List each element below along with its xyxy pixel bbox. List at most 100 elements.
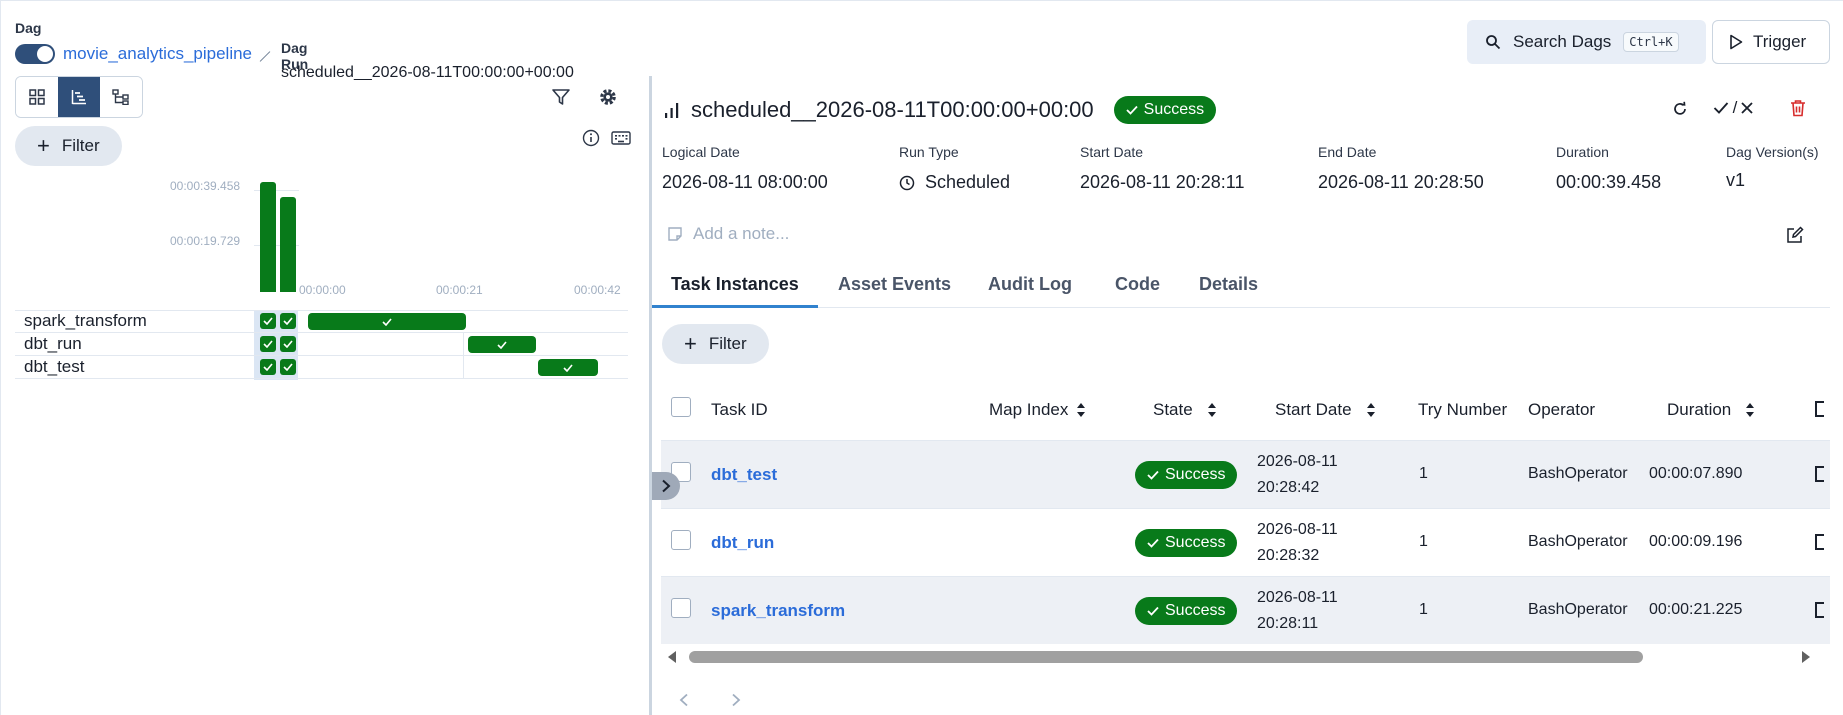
start-date-time: 20:28:42 <box>1257 479 1320 496</box>
bar-chart-icon <box>665 103 679 118</box>
gantt-task-bar[interactable] <box>308 313 466 330</box>
scroll-right-icon[interactable] <box>1801 650 1811 664</box>
grid-view-button[interactable] <box>16 77 58 117</box>
task-status-square[interactable] <box>280 336 296 352</box>
task-id-link[interactable]: spark_transform <box>711 601 845 621</box>
tab-audit-log[interactable]: Audit Log <box>988 274 1072 295</box>
check-icon <box>382 317 392 326</box>
meta-value-run-type: Scheduled <box>899 172 1010 193</box>
task-state-badge: Success <box>1135 461 1238 489</box>
run-title-text: scheduled__2026-08-11T00:00:00+00:00 <box>691 97 1094 122</box>
check-icon <box>263 340 273 348</box>
tab-asset-events[interactable]: Asset Events <box>838 274 951 295</box>
row-checkbox[interactable] <box>671 598 691 618</box>
run-duration-bar[interactable] <box>280 197 296 292</box>
gantt-task-bar[interactable] <box>538 359 598 376</box>
sort-icon <box>1746 403 1755 417</box>
info-button[interactable] <box>581 128 601 148</box>
chevron-right-icon <box>662 479 671 493</box>
previous-page-button[interactable] <box>674 690 694 710</box>
column-header-label: Task ID <box>711 400 768 419</box>
close-icon <box>1741 102 1753 114</box>
task-id-link[interactable]: dbt_run <box>711 533 774 553</box>
next-page-button[interactable] <box>726 690 746 710</box>
expand-panel-button[interactable] <box>652 472 680 500</box>
check-icon <box>263 317 273 325</box>
graph-view-button[interactable] <box>100 77 142 117</box>
meta-value-end-date: 2026-08-11 20:28:50 <box>1318 172 1484 192</box>
row-checkbox[interactable] <box>671 530 691 550</box>
filter-funnel-button[interactable] <box>550 86 572 108</box>
task-status-square[interactable] <box>260 336 276 352</box>
dag-pause-toggle[interactable] <box>15 44 55 64</box>
gear-icon <box>600 89 616 105</box>
horizontal-scrollbar[interactable] <box>665 648 1815 666</box>
task-id-link[interactable]: dbt_test <box>711 465 777 485</box>
task-status-square[interactable] <box>280 313 296 329</box>
gantt-view-button[interactable] <box>58 77 100 117</box>
mark-run-as-button[interactable]: / <box>1708 96 1758 120</box>
duration-cell: 00:00:09.196 <box>1649 533 1743 550</box>
meta-label-start-date: Start Date <box>1080 144 1144 160</box>
check-icon <box>283 340 293 348</box>
y-tick-label: 00:00:39.458 <box>170 179 241 193</box>
panel-resize-handle[interactable] <box>649 76 652 715</box>
tab-task-instances[interactable]: Task Instances <box>671 274 799 295</box>
dag-name-link[interactable]: movie_analytics_pipeline <box>63 44 252 64</box>
delete-run-button[interactable] <box>1786 96 1810 120</box>
refresh-icon <box>1674 101 1686 115</box>
edit-note-button[interactable] <box>1784 224 1806 246</box>
dag-filter-button[interactable]: + Filter <box>15 126 122 166</box>
task-status-square[interactable] <box>260 313 276 329</box>
scrollbar-thumb[interactable] <box>689 651 1643 663</box>
add-note-field[interactable]: Add a note... <box>667 224 789 244</box>
select-all-checkbox[interactable] <box>671 397 691 417</box>
edit-icon <box>1787 226 1804 243</box>
task-status-square[interactable] <box>260 359 276 375</box>
settings-button[interactable] <box>597 86 619 108</box>
task-state-text: Success <box>1165 466 1226 483</box>
keyboard-shortcuts-button[interactable] <box>610 128 632 148</box>
task-filter-button[interactable]: + Filter <box>662 324 769 364</box>
x-tick-label: 00:00:42 <box>574 283 621 297</box>
check-icon <box>1126 105 1138 115</box>
search-dags-button[interactable]: Search Dags Ctrl+K <box>1467 20 1706 64</box>
task-state-text: Success <box>1165 602 1226 619</box>
plus-icon: + <box>684 331 697 356</box>
check-icon <box>497 340 507 349</box>
column-header-map-index[interactable]: Map Index <box>989 400 1086 420</box>
column-header-start-date[interactable]: Start Date <box>1275 400 1376 420</box>
operator-cell: BashOperator <box>1528 601 1628 618</box>
play-marker-icon <box>284 292 290 300</box>
task-status-square[interactable] <box>280 359 296 375</box>
column-header-state[interactable]: State <box>1153 400 1217 420</box>
view-switcher <box>15 76 143 118</box>
sort-icon <box>1366 403 1375 417</box>
meta-label-dag-versions: Dag Version(s) <box>1726 144 1819 160</box>
column-header-duration[interactable]: Duration <box>1667 400 1755 420</box>
try-number-cell: 1 <box>1419 465 1428 482</box>
check-icon <box>283 363 293 371</box>
scroll-left-icon[interactable] <box>667 650 677 664</box>
task-state-badge: Success <box>1135 597 1238 625</box>
clear-run-button[interactable] <box>1668 97 1692 121</box>
gantt-task-name[interactable]: dbt_run <box>24 334 82 354</box>
column-header-task-id[interactable]: Task ID <box>711 400 768 420</box>
plus-icon: + <box>37 133 50 158</box>
keyboard-icon <box>611 131 631 145</box>
meta-label-run-type: Run Type <box>899 144 959 160</box>
gantt-task-name[interactable]: dbt_test <box>24 357 85 377</box>
meta-value-duration: 00:00:39.458 <box>1556 172 1662 192</box>
start-date-day: 2026-08-11 <box>1257 521 1338 538</box>
gantt-task-name[interactable]: spark_transform <box>24 311 147 331</box>
start-date-day: 2026-08-11 <box>1257 453 1338 470</box>
run-type-text: Scheduled <box>925 172 1011 192</box>
breadcrumb-separator <box>259 51 271 62</box>
run-duration-bar[interactable] <box>260 182 276 292</box>
tab-details[interactable]: Details <box>1199 274 1258 295</box>
tab-code[interactable]: Code <box>1115 274 1160 295</box>
dag-crumb-label: Dag <box>15 20 42 36</box>
trigger-button[interactable]: Trigger <box>1712 20 1830 64</box>
gantt-task-bar[interactable] <box>467 336 537 353</box>
check-icon <box>263 363 273 371</box>
